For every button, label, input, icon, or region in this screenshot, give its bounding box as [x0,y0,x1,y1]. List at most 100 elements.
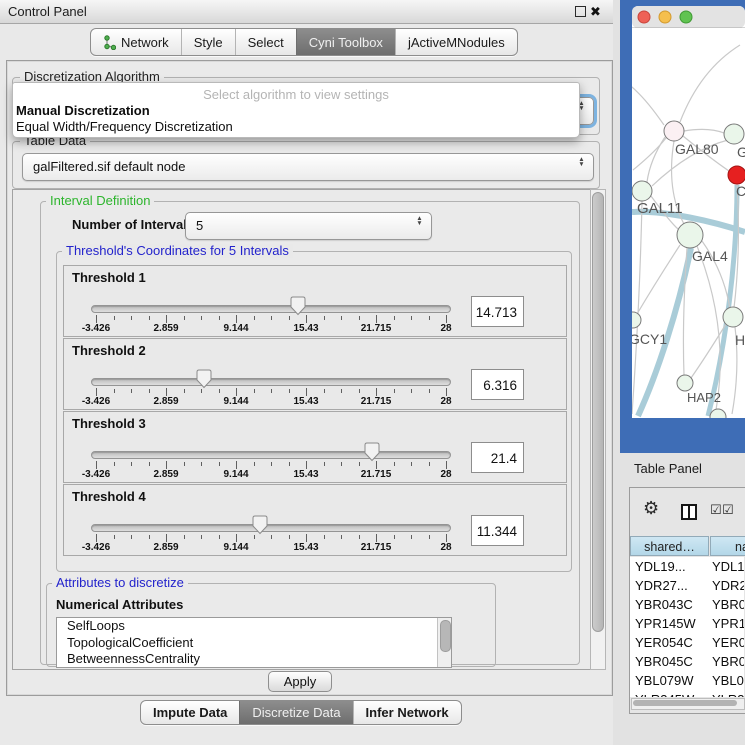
tick-label: 15.43 [284,323,328,334]
tick-label: 15.43 [284,542,328,553]
checkbox-icon[interactable]: ☑ [710,502,722,518]
threshold-2-slider[interactable] [91,378,451,386]
tick-label: -3.426 [74,542,118,553]
tick-mark [254,316,255,320]
tick-mark [236,461,237,469]
tab-network[interactable]: Network [91,29,181,55]
tab-impute-data[interactable]: Impute Data [141,701,239,724]
threshold-2-label: Threshold 2 [72,343,146,358]
algorithm-hint-item[interactable]: Select algorithm to view settings [13,87,579,102]
table-row[interactable]: YDL19...YDL1 [630,557,744,576]
node-gal11[interactable] [632,181,652,201]
threshold-4-value-field[interactable]: 11.344 [471,515,524,546]
threshold-3-value-field[interactable]: 21.4 [471,442,524,473]
tick-mark [131,389,132,393]
tab-style[interactable]: Style [181,29,235,55]
zoom-traffic-light[interactable] [680,11,692,23]
tick-label: 9.144 [214,323,258,334]
threshold-3-slider[interactable] [91,451,451,459]
tick-mark [306,388,307,396]
node-label-gal4: GAL4 [692,248,728,264]
apply-button[interactable]: Apply [268,671,332,692]
table-row[interactable]: YBL079WYBL0 [630,671,744,690]
scrollbar-thumb[interactable] [592,192,604,632]
threshold-3-label: Threshold 3 [72,416,146,431]
tick-mark [219,535,220,539]
tab-select[interactable]: Select [235,29,296,55]
list-item[interactable]: SelfLoops [57,618,451,635]
option-equal-width-frequency[interactable]: Equal Width/Frequency Discretization [16,119,233,134]
column-header-shared-name[interactable]: shared… [630,536,709,556]
node[interactable] [723,307,743,327]
checkbox-icon[interactable]: ☑ [722,502,734,518]
node-gal80[interactable] [664,121,684,141]
list-item[interactable]: TopologicalCoefficient [57,635,451,652]
threshold-2-value-field[interactable]: 6.316 [471,369,524,400]
tick-mark [394,316,395,320]
table-row[interactable]: YPR145WYPR1 [630,614,744,633]
tick-mark [96,534,97,542]
column-header-name[interactable]: na [710,536,745,556]
scrollbar-thumb[interactable] [440,620,451,652]
tick-mark [324,316,325,320]
control-panel-titlebar[interactable]: Control Panel ✖ [0,0,613,24]
node-label-partial: H [735,332,745,348]
tick-mark [219,462,220,466]
tab-infer-network[interactable]: Infer Network [353,701,461,724]
table-horizontal-scrollbar[interactable] [631,698,745,710]
table-row[interactable]: YBR043CYBR0 [630,595,744,614]
node-label-gcy1: GCY1 [629,331,667,347]
tab-discretize-data[interactable]: Discretize Data [239,701,352,724]
threshold-4-slider[interactable] [91,524,451,532]
table-row[interactable]: YLR345WYLR3 [630,690,744,697]
tick-mark [114,535,115,539]
table-row[interactable]: YDR27...YDR2 [630,576,744,595]
tick-mark [166,461,167,469]
slider-thumb[interactable] [252,515,268,535]
close-icon[interactable]: ✖ [590,2,601,22]
tick-mark [149,389,150,393]
threshold-1-slider[interactable] [91,305,451,313]
close-traffic-light[interactable] [638,11,650,23]
table-data-combobox[interactable]: galFiltered.sif default node ▲▼ [22,153,594,181]
settings-vertical-scrollbar[interactable] [590,189,606,670]
scrollbar-thumb[interactable] [633,700,737,706]
slider-thumb[interactable] [196,369,212,389]
tick-mark [149,535,150,539]
tick-mark [411,462,412,466]
tick-mark [166,315,167,323]
node-gal4[interactable] [677,222,703,248]
tick-mark [114,389,115,393]
tab-cyni-toolbox[interactable]: Cyni Toolbox [296,29,395,55]
thresholds-group-title: Threshold's Coordinates for 5 Intervals [62,244,293,258]
number-of-intervals-combobox[interactable]: 5 ▲▼ [185,212,432,240]
minimize-traffic-light[interactable] [659,11,671,23]
node[interactable] [724,124,744,144]
tick-label: 21.715 [354,323,398,334]
option-manual-discretization[interactable]: Manual Discretization [16,103,150,118]
slider-thumb[interactable] [364,442,380,462]
table-row[interactable]: YER054CYER0 [630,633,744,652]
node-selected-red[interactable] [728,166,745,184]
threshold-1-value-field[interactable]: 14.713 [471,296,524,327]
table-row[interactable]: YBR045CYBR0 [630,652,744,671]
list-scrollbar[interactable] [437,618,451,667]
tick-label: 28 [424,469,468,480]
split-columns-icon[interactable] [681,504,697,520]
tick-mark [114,462,115,466]
tick-mark [306,534,307,542]
tick-mark [376,388,377,396]
tick-mark [96,388,97,396]
tick-mark [289,535,290,539]
gear-icon[interactable]: ⚙ [643,499,659,517]
float-window-icon[interactable] [575,6,586,17]
tick-mark [394,389,395,393]
tick-mark [289,462,290,466]
network-view-window[interactable]: GAL80 GA C GAL11 GAL4 GCY1 H HAP2 [620,0,745,453]
tick-mark [114,316,115,320]
list-item[interactable]: BetweennessCentrality [57,651,451,668]
node-hap2[interactable] [677,375,693,391]
slider-thumb[interactable] [290,296,306,316]
tick-mark [96,461,97,469]
tab-jactivemnodules[interactable]: jActiveMNodules [395,29,517,55]
